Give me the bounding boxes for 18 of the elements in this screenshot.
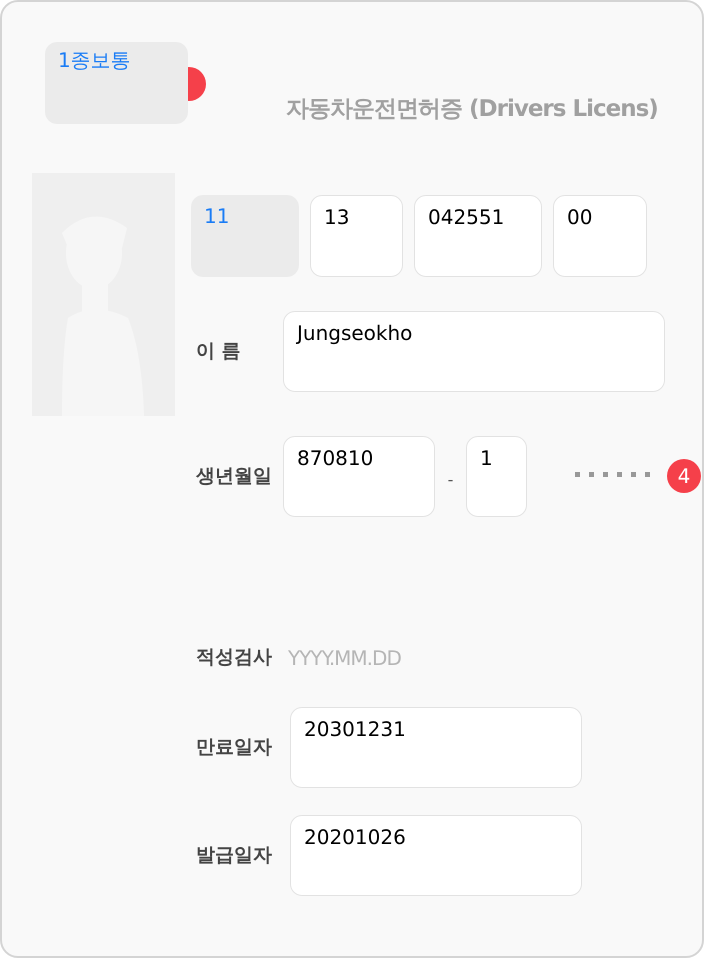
- field-label: 발급일자: [195, 842, 273, 868]
- license-title: 자동차운전면허증 (Drivers Licens): [286, 95, 658, 124]
- date-input[interactable]: YYYY.MM.DD: [288, 642, 488, 672]
- notification-badge: 4: [667, 459, 701, 493]
- field-label: 이 름: [195, 338, 242, 364]
- input-field[interactable]: 1: [466, 436, 527, 516]
- masked-digits-icon: [575, 472, 650, 476]
- input-field[interactable]: 00: [553, 194, 647, 276]
- input-field[interactable]: 13: [310, 194, 403, 276]
- separator-text: -: [446, 469, 454, 491]
- input-field[interactable]: 20301231: [290, 706, 582, 788]
- field-label: 만료일자: [195, 734, 273, 760]
- field-label: 적성검사: [195, 645, 273, 670]
- field-label: 생년월일: [195, 464, 273, 489]
- input-field[interactable]: 042551: [414, 194, 542, 276]
- input-field[interactable]: Jungseokho: [283, 310, 665, 392]
- input-field[interactable]: 870810: [283, 436, 435, 516]
- input-field[interactable]: 20201026: [290, 814, 582, 896]
